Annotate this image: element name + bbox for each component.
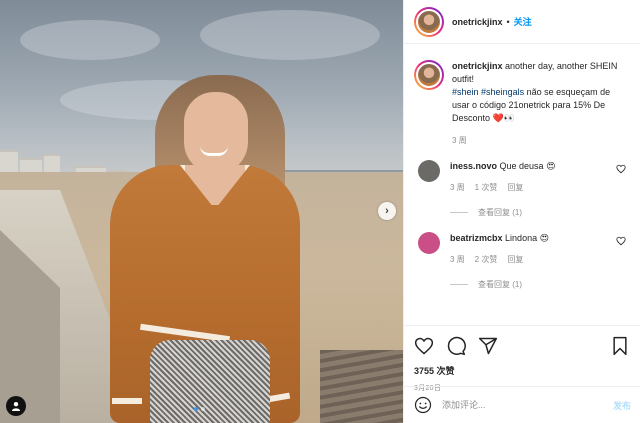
comment-body: beatrizmcbx Lindona 😍 3 周 2 次赞 回复	[450, 232, 630, 265]
view-replies-label: 查看回复 (1)	[478, 208, 522, 217]
comment-text: iness.novo Que deusa 😍	[450, 160, 630, 172]
caption-username[interactable]: onetrickjinx	[452, 61, 503, 71]
author-username[interactable]: onetrickjinx	[452, 17, 503, 27]
commenter-username[interactable]: beatrizmcbx	[450, 233, 503, 243]
carousel-next-button[interactable]: ›	[378, 202, 396, 220]
replies-divider	[450, 284, 468, 285]
comment-reply-button[interactable]: 回复	[507, 182, 523, 193]
photo-person-face	[184, 92, 248, 174]
hashtag-sheingals[interactable]: #sheingals	[481, 87, 524, 97]
comment-message: Lindona 😍	[505, 233, 549, 243]
commenter-username[interactable]: iness.novo	[450, 161, 497, 171]
replies-divider	[450, 212, 468, 213]
caption-avatar	[416, 62, 442, 88]
user-tag-button[interactable]	[6, 396, 26, 416]
commenter-avatar[interactable]	[418, 160, 440, 182]
add-comment-bar: 发布	[404, 386, 640, 423]
view-replies-button[interactable]: 查看回复 (1)	[450, 279, 630, 290]
photo-cloud	[20, 20, 160, 60]
comment-likes[interactable]: 2 次赞	[475, 254, 498, 265]
comment-heart-icon[interactable]	[616, 164, 626, 174]
comment-item: beatrizmcbx Lindona 😍 3 周 2 次赞 回复	[414, 232, 630, 265]
more-options-button[interactable]: ···	[615, 15, 630, 29]
comment-input[interactable]	[442, 400, 613, 410]
share-icon[interactable]	[478, 336, 498, 356]
post-caption: onetrickjinx another day, another SHEIN …	[414, 60, 630, 125]
comment-time[interactable]: 3 周	[450, 182, 465, 193]
comments-list[interactable]: onetrickjinx another day, another SHEIN …	[404, 44, 640, 325]
follow-button[interactable]: 关注	[514, 15, 532, 28]
comment-message: Que deusa 😍	[499, 161, 556, 171]
heart-icon[interactable]	[414, 336, 434, 356]
post-comment-button[interactable]: 发布	[613, 399, 631, 412]
caption-emoji: ❤️👀	[492, 113, 515, 123]
chevron-right-icon: ›	[385, 205, 389, 217]
comment-body: iness.novo Que deusa 😍 3 周 1 次赞 回复	[450, 160, 630, 193]
comment-icon[interactable]	[446, 336, 466, 356]
comment-reply-button[interactable]: 回复	[507, 254, 523, 265]
photo-sweater-stripe	[112, 398, 142, 404]
comment-text: beatrizmcbx Lindona 😍	[450, 232, 630, 244]
carousel-dot	[201, 407, 205, 411]
instagram-post: › onetrickjinx • 关注 ··· onetrickjinx ano…	[0, 0, 640, 423]
post-photo[interactable]: ›	[0, 0, 403, 423]
author-avatar-story-ring[interactable]	[414, 6, 444, 37]
action-icons-row	[414, 332, 630, 360]
comment-likes[interactable]: 1 次赞	[475, 182, 498, 193]
photo-boardwalk	[320, 350, 403, 423]
comment-meta: 3 周 1 次赞 回复	[450, 182, 630, 193]
view-replies-label: 查看回复 (1)	[478, 280, 522, 289]
caption-timestamp[interactable]: 3 周	[452, 135, 630, 146]
user-tag-icon	[12, 402, 20, 411]
caption-avatar-story-ring[interactable]	[414, 60, 444, 90]
bookmark-icon[interactable]	[610, 336, 630, 356]
photo-cloud	[200, 10, 380, 60]
comment-time[interactable]: 3 周	[450, 254, 465, 265]
photo-person-pants	[150, 340, 270, 423]
comment-item: iness.novo Que deusa 😍 3 周 1 次赞 回复	[414, 160, 630, 193]
comment-meta: 3 周 2 次赞 回复	[450, 254, 630, 265]
hashtag-shein[interactable]: #shein	[452, 87, 479, 97]
view-replies-button[interactable]: 查看回复 (1)	[450, 207, 630, 218]
caption-text: onetrickjinx another day, another SHEIN …	[452, 60, 630, 125]
carousel-dot-active	[194, 407, 198, 411]
header-separator: •	[506, 16, 510, 27]
likes-count[interactable]: 3755 次赞	[414, 364, 630, 377]
comment-heart-icon[interactable]	[616, 236, 626, 246]
post-header: onetrickjinx • 关注 ···	[404, 0, 640, 44]
commenter-avatar[interactable]	[418, 232, 440, 254]
author-avatar	[416, 8, 442, 35]
emoji-icon[interactable]	[414, 396, 432, 414]
post-side-panel: onetrickjinx • 关注 ··· onetrickjinx anoth…	[403, 0, 640, 423]
carousel-dots	[194, 407, 205, 411]
